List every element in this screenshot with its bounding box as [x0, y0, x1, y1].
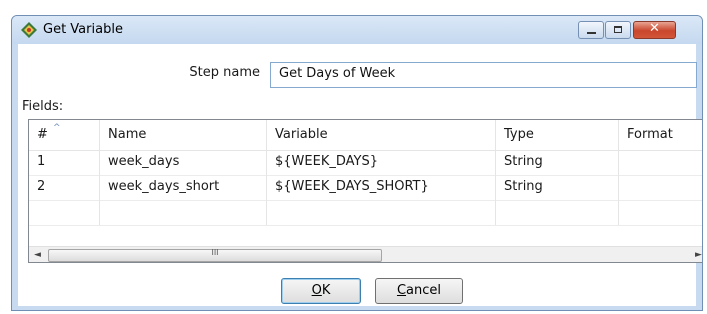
- format-cell[interactable]: [619, 175, 702, 200]
- type-cell[interactable]: [496, 200, 619, 225]
- field-name-cell[interactable]: [100, 200, 267, 225]
- ok-button[interactable]: OK: [281, 278, 361, 304]
- scroll-left-icon[interactable]: ◄: [29, 247, 46, 262]
- column-header-type[interactable]: Type: [496, 120, 619, 150]
- field-name-cell[interactable]: week_days_short: [100, 175, 267, 200]
- field-name-cell[interactable]: week_days: [100, 150, 267, 175]
- table-row[interactable]: 2 week_days_short ${WEEK_DAYS_SHORT} Str…: [29, 175, 702, 201]
- dialog-body: Step name Get Days of Week Fields: # ^ N…: [18, 44, 702, 306]
- close-icon: ✕: [649, 21, 660, 36]
- close-button[interactable]: ✕: [633, 21, 676, 39]
- pentaho-step-icon: [21, 22, 37, 38]
- row-number: 1: [29, 150, 100, 175]
- window-title: Get Variable: [43, 22, 123, 37]
- maximize-icon: [614, 26, 622, 33]
- table-header: # ^ Name Variable Type Format: [29, 120, 702, 151]
- step-name-label: Step name: [189, 65, 260, 80]
- grip-icon: III: [211, 248, 219, 257]
- get-variable-dialog: Get Variable ✕ Step name Get Days of Wee…: [11, 15, 703, 311]
- format-cell[interactable]: [619, 150, 702, 175]
- minimize-icon: [587, 32, 596, 34]
- type-cell[interactable]: String: [496, 175, 619, 200]
- variable-cell[interactable]: ${WEEK_DAYS_SHORT}: [267, 175, 496, 200]
- table-row[interactable]: [29, 200, 702, 226]
- column-header-number[interactable]: # ^: [29, 120, 100, 150]
- maximize-button[interactable]: [605, 21, 631, 39]
- column-header-format[interactable]: Format: [619, 120, 702, 150]
- step-name-input[interactable]: Get Days of Week: [270, 62, 697, 88]
- minimize-button[interactable]: [578, 21, 604, 39]
- format-cell[interactable]: [619, 200, 702, 225]
- column-header-name[interactable]: Name: [100, 120, 267, 150]
- fields-label: Fields:: [22, 99, 64, 114]
- cancel-button[interactable]: Cancel: [375, 278, 463, 304]
- column-header-variable[interactable]: Variable: [267, 120, 496, 150]
- variable-cell[interactable]: ${WEEK_DAYS}: [267, 150, 496, 175]
- type-cell[interactable]: String: [496, 150, 619, 175]
- scroll-right-icon[interactable]: ►: [690, 247, 702, 262]
- row-number: [29, 200, 100, 225]
- sort-ascending-icon: ^: [53, 123, 61, 133]
- title-bar[interactable]: Get Variable ✕: [12, 16, 702, 44]
- row-number: 2: [29, 175, 100, 200]
- horizontal-scrollbar[interactable]: ◄ III ►: [29, 246, 702, 262]
- table-row[interactable]: 1 week_days ${WEEK_DAYS} String: [29, 150, 702, 176]
- variable-cell[interactable]: [267, 200, 496, 225]
- scrollbar-thumb[interactable]: III: [48, 248, 382, 262]
- fields-table[interactable]: # ^ Name Variable Type Format 1 week_day…: [28, 119, 702, 263]
